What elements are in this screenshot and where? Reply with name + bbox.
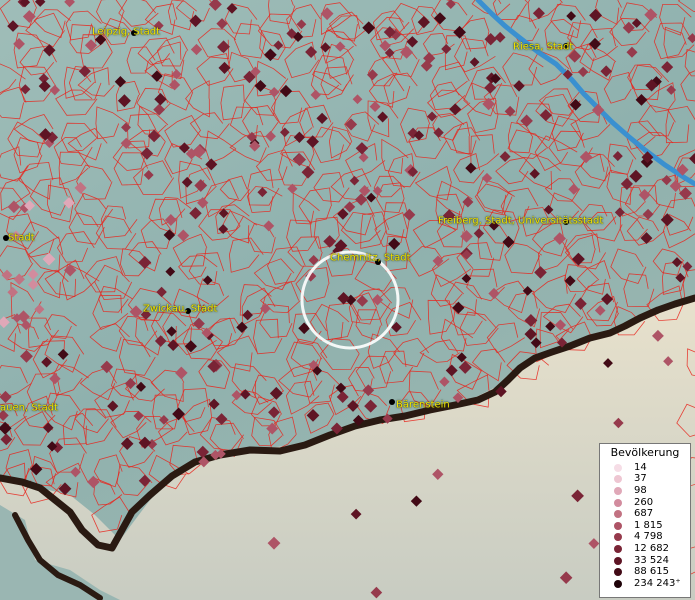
legend-row: 14	[600, 462, 690, 474]
legend-label: 88 615	[634, 566, 669, 578]
legend-row: 33 524	[600, 555, 690, 567]
city-label-baerenstein[interactable]: Bärenstein	[396, 400, 450, 411]
legend-row: 12 682	[600, 543, 690, 555]
legend-label: 260	[634, 496, 654, 508]
legend-swatch	[614, 533, 622, 542]
legend-row: 4 798	[600, 532, 690, 544]
legend-label: 1 815	[634, 519, 663, 531]
legend-label: 33 524	[634, 554, 669, 566]
legend-row: 88 615	[600, 566, 690, 578]
city-label-plauen[interactable]: auen, Stadt	[0, 403, 58, 414]
legend-label: 14	[634, 461, 647, 473]
map-canvas[interactable]	[0, 0, 695, 600]
population-legend: Bevölkerung 14 37 98 260 687 1 815 4 798 12 682…	[599, 443, 691, 598]
legend-label: 4 798	[634, 531, 663, 543]
legend-row: 687	[600, 508, 690, 520]
legend-label: 37	[634, 473, 647, 485]
city-marker	[389, 399, 395, 405]
legend-row: 260	[600, 497, 690, 509]
map-view[interactable]: Leipzig, Stadt Riesa, Stadt Freiberg, St…	[0, 0, 695, 600]
legend-swatch	[614, 579, 622, 588]
city-label-stadt[interactable]: Stadt	[8, 233, 35, 244]
legend-swatch	[614, 486, 622, 495]
legend-label: 687	[634, 508, 654, 520]
legend-row: 98	[600, 485, 690, 497]
legend-row: 1 815	[600, 520, 690, 532]
legend-swatch	[614, 544, 622, 553]
legend-title: Bevölkerung	[610, 446, 680, 459]
legend-swatch	[614, 475, 622, 484]
city-label-chemnitz[interactable]: Chemnitz, Stadt	[330, 253, 411, 264]
legend-swatch	[614, 498, 622, 507]
city-label-zwickau[interactable]: Zwickau, Stadt	[143, 304, 217, 315]
legend-label: 98	[634, 484, 647, 496]
legend-swatch	[614, 556, 622, 565]
city-label-riesa[interactable]: Riesa, Stadt	[513, 42, 573, 53]
city-label-freiberg[interactable]: Freiberg, Stadt, Universitätsstadt	[438, 216, 603, 227]
legend-label: 12 682	[634, 542, 669, 554]
legend-rows: 14 37 98 260 687 1 815 4 798 12 682 33 524 88 615…	[600, 462, 690, 590]
legend-swatch	[614, 568, 622, 577]
legend-swatch	[614, 463, 622, 472]
legend-swatch	[614, 510, 622, 519]
city-label-leipzig[interactable]: Leipzig, Stadt	[92, 27, 160, 38]
legend-swatch	[614, 521, 622, 530]
legend-label: 234 243⁺	[634, 577, 681, 589]
legend-row: 234 243⁺	[600, 578, 690, 590]
legend-row: 37	[600, 474, 690, 486]
